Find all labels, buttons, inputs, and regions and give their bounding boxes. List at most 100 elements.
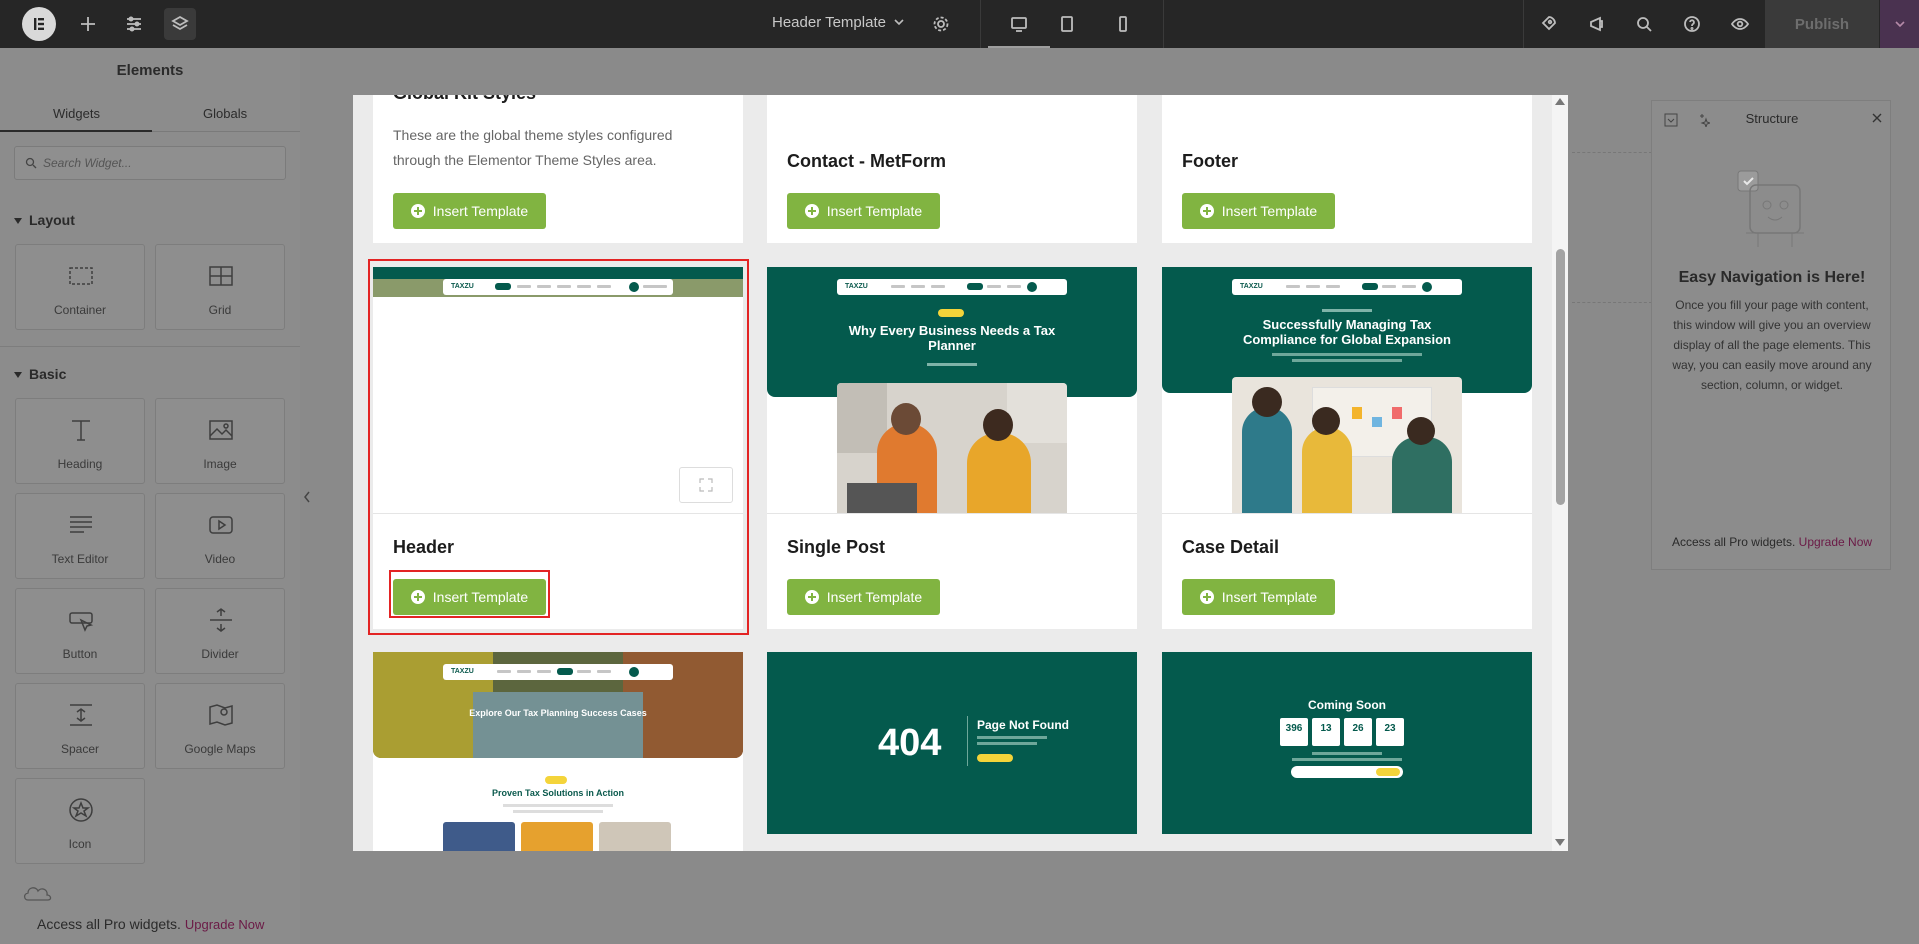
top-bar: Header Template Publish	[0, 0, 1919, 48]
publish-button[interactable]: Publish	[1765, 0, 1879, 48]
elementor-logo-icon[interactable]	[22, 7, 56, 41]
pro-upsell-text: Access all Pro widgets.	[1671, 535, 1796, 549]
widget-spacer[interactable]: Spacer	[15, 683, 145, 769]
widget-video[interactable]: Video	[155, 493, 285, 579]
plus-icon	[81, 17, 95, 31]
widget-label: Spacer	[60, 742, 100, 756]
scroll-down-icon[interactable]	[1555, 839, 1565, 846]
plus-circle-icon	[1199, 204, 1214, 218]
template-card-coming-soon[interactable]: Coming Soon 396 13 26 23	[1162, 652, 1532, 834]
finder-button[interactable]	[1628, 8, 1660, 40]
search-icon	[1637, 17, 1652, 32]
plus-circle-icon	[804, 590, 819, 604]
active-tab-indicator	[0, 130, 152, 132]
thumb-photo	[1232, 377, 1462, 513]
page-settings-button[interactable]	[925, 8, 957, 40]
sliders-icon	[127, 16, 141, 32]
thumb-nav: TAXZU	[837, 279, 1067, 295]
widget-label: Image	[203, 457, 237, 471]
help-button[interactable]	[1676, 8, 1708, 40]
template-thumbnail[interactable]: TAXZU Explore Our Tax Planning Success C…	[373, 652, 743, 851]
collapse-panel-icon[interactable]	[302, 490, 312, 504]
launchpad-button[interactable]	[1532, 8, 1564, 40]
widget-button[interactable]: Button	[15, 588, 145, 674]
widget-heading[interactable]: Heading	[15, 398, 145, 484]
document-title[interactable]: Header Template	[772, 14, 886, 31]
widget-image[interactable]: Image	[155, 398, 285, 484]
upgrade-now-link[interactable]: Upgrade Now	[1799, 535, 1872, 549]
widget-label: Video	[204, 552, 236, 566]
text-editor-icon	[66, 510, 96, 540]
structure-pro-upsell: Access all Pro widgets. Upgrade Now	[1652, 535, 1892, 549]
insert-template-button[interactable]: Insert Template	[787, 193, 940, 229]
megaphone-icon	[1590, 16, 1603, 32]
insert-template-button[interactable]: Insert Template	[393, 193, 546, 229]
widget-label: Grid	[208, 303, 232, 317]
tablet-view-button[interactable]	[1051, 8, 1083, 40]
site-settings-button[interactable]	[118, 8, 150, 40]
widget-text-editor[interactable]: Text Editor	[15, 493, 145, 579]
selection-highlight	[389, 570, 550, 618]
insert-template-button[interactable]: Insert Template	[787, 579, 940, 615]
thumb-photo	[837, 383, 1067, 513]
insert-template-label: Insert Template	[432, 203, 529, 219]
template-card-cases[interactable]: TAXZU Explore Our Tax Planning Success C…	[373, 652, 743, 851]
widget-label: Text Editor	[51, 552, 109, 566]
insert-template-label: Insert Template	[1221, 203, 1318, 219]
tab-globals[interactable]: Globals	[203, 106, 247, 121]
preview-button[interactable]	[1724, 8, 1756, 40]
search-input[interactable]	[43, 153, 273, 173]
insert-template-label: Insert Template	[1221, 589, 1318, 605]
insert-template-button[interactable]: Insert Template	[1182, 193, 1335, 229]
close-icon[interactable]	[1872, 113, 1882, 123]
spacer-icon	[66, 700, 96, 730]
map-icon	[206, 700, 236, 730]
countdown-box: 13	[1312, 718, 1340, 746]
template-thumbnail[interactable]: TAXZU Successfully Managing Tax Complian…	[1162, 267, 1532, 513]
insert-template-button[interactable]: Insert Template	[1182, 579, 1335, 615]
cloud-illustration-icon	[23, 887, 52, 901]
thumb-subheading: Proven Tax Solutions in Action	[491, 788, 624, 798]
template-title: Footer	[1182, 151, 1238, 171]
template-card-404[interactable]: 404 Page Not Found	[767, 652, 1137, 834]
publish-options-button[interactable]	[1880, 0, 1919, 48]
widget-icon[interactable]: Icon	[15, 778, 145, 864]
template-card-single-post[interactable]: TAXZU Why Every Business Needs a Tax Pla…	[767, 267, 1137, 629]
mobile-view-button[interactable]	[1107, 8, 1139, 40]
widget-label: Container	[53, 303, 107, 317]
widget-grid[interactable]: Grid	[155, 244, 285, 330]
panel-tabs: Widgets Globals	[0, 96, 300, 132]
structure-title: Structure	[1745, 111, 1799, 126]
add-element-button[interactable]	[72, 8, 104, 40]
widget-google-maps[interactable]: Google Maps	[155, 683, 285, 769]
template-card-case-detail[interactable]: TAXZU Successfully Managing Tax Complian…	[1162, 267, 1532, 629]
active-device-indicator	[988, 46, 1050, 48]
widget-label: Button	[62, 647, 98, 661]
container-icon	[66, 261, 96, 291]
section-layout-toggle[interactable]: Layout	[14, 212, 75, 228]
countdown-box: 23	[1376, 718, 1404, 746]
widget-search	[14, 146, 286, 180]
structure-panel: Structure Easy Navigation is Here! Once …	[1651, 100, 1891, 570]
scrollbar-thumb[interactable]	[1556, 249, 1565, 505]
tab-widgets[interactable]: Widgets	[53, 106, 100, 121]
structure-button[interactable]	[164, 8, 196, 40]
widget-container[interactable]: Container	[15, 244, 145, 330]
plus-circle-icon	[1199, 590, 1214, 604]
template-card-contact-metform: Contact - MetForm Insert Template	[767, 95, 1137, 243]
scroll-up-icon[interactable]	[1555, 98, 1565, 105]
insert-template-label: Insert Template	[826, 589, 923, 605]
gear-icon	[933, 16, 949, 32]
template-thumbnail[interactable]: TAXZU Why Every Business Needs a Tax Pla…	[767, 267, 1137, 513]
insert-template-label: Insert Template	[826, 203, 923, 219]
template-card-global-kit-styles: Global Kit Styles These are the global t…	[373, 95, 743, 243]
mobile-icon	[1119, 16, 1127, 32]
upgrade-now-link[interactable]: Upgrade Now	[185, 917, 265, 932]
desktop-view-button[interactable]	[1003, 8, 1035, 40]
section-basic-toggle[interactable]: Basic	[14, 366, 66, 382]
whats-new-button[interactable]	[1581, 8, 1613, 40]
template-title: Global Kit Styles	[393, 95, 536, 104]
chevron-down-icon[interactable]	[893, 16, 905, 28]
widget-divider[interactable]: Divider	[155, 588, 285, 674]
plus-circle-icon	[410, 204, 425, 218]
